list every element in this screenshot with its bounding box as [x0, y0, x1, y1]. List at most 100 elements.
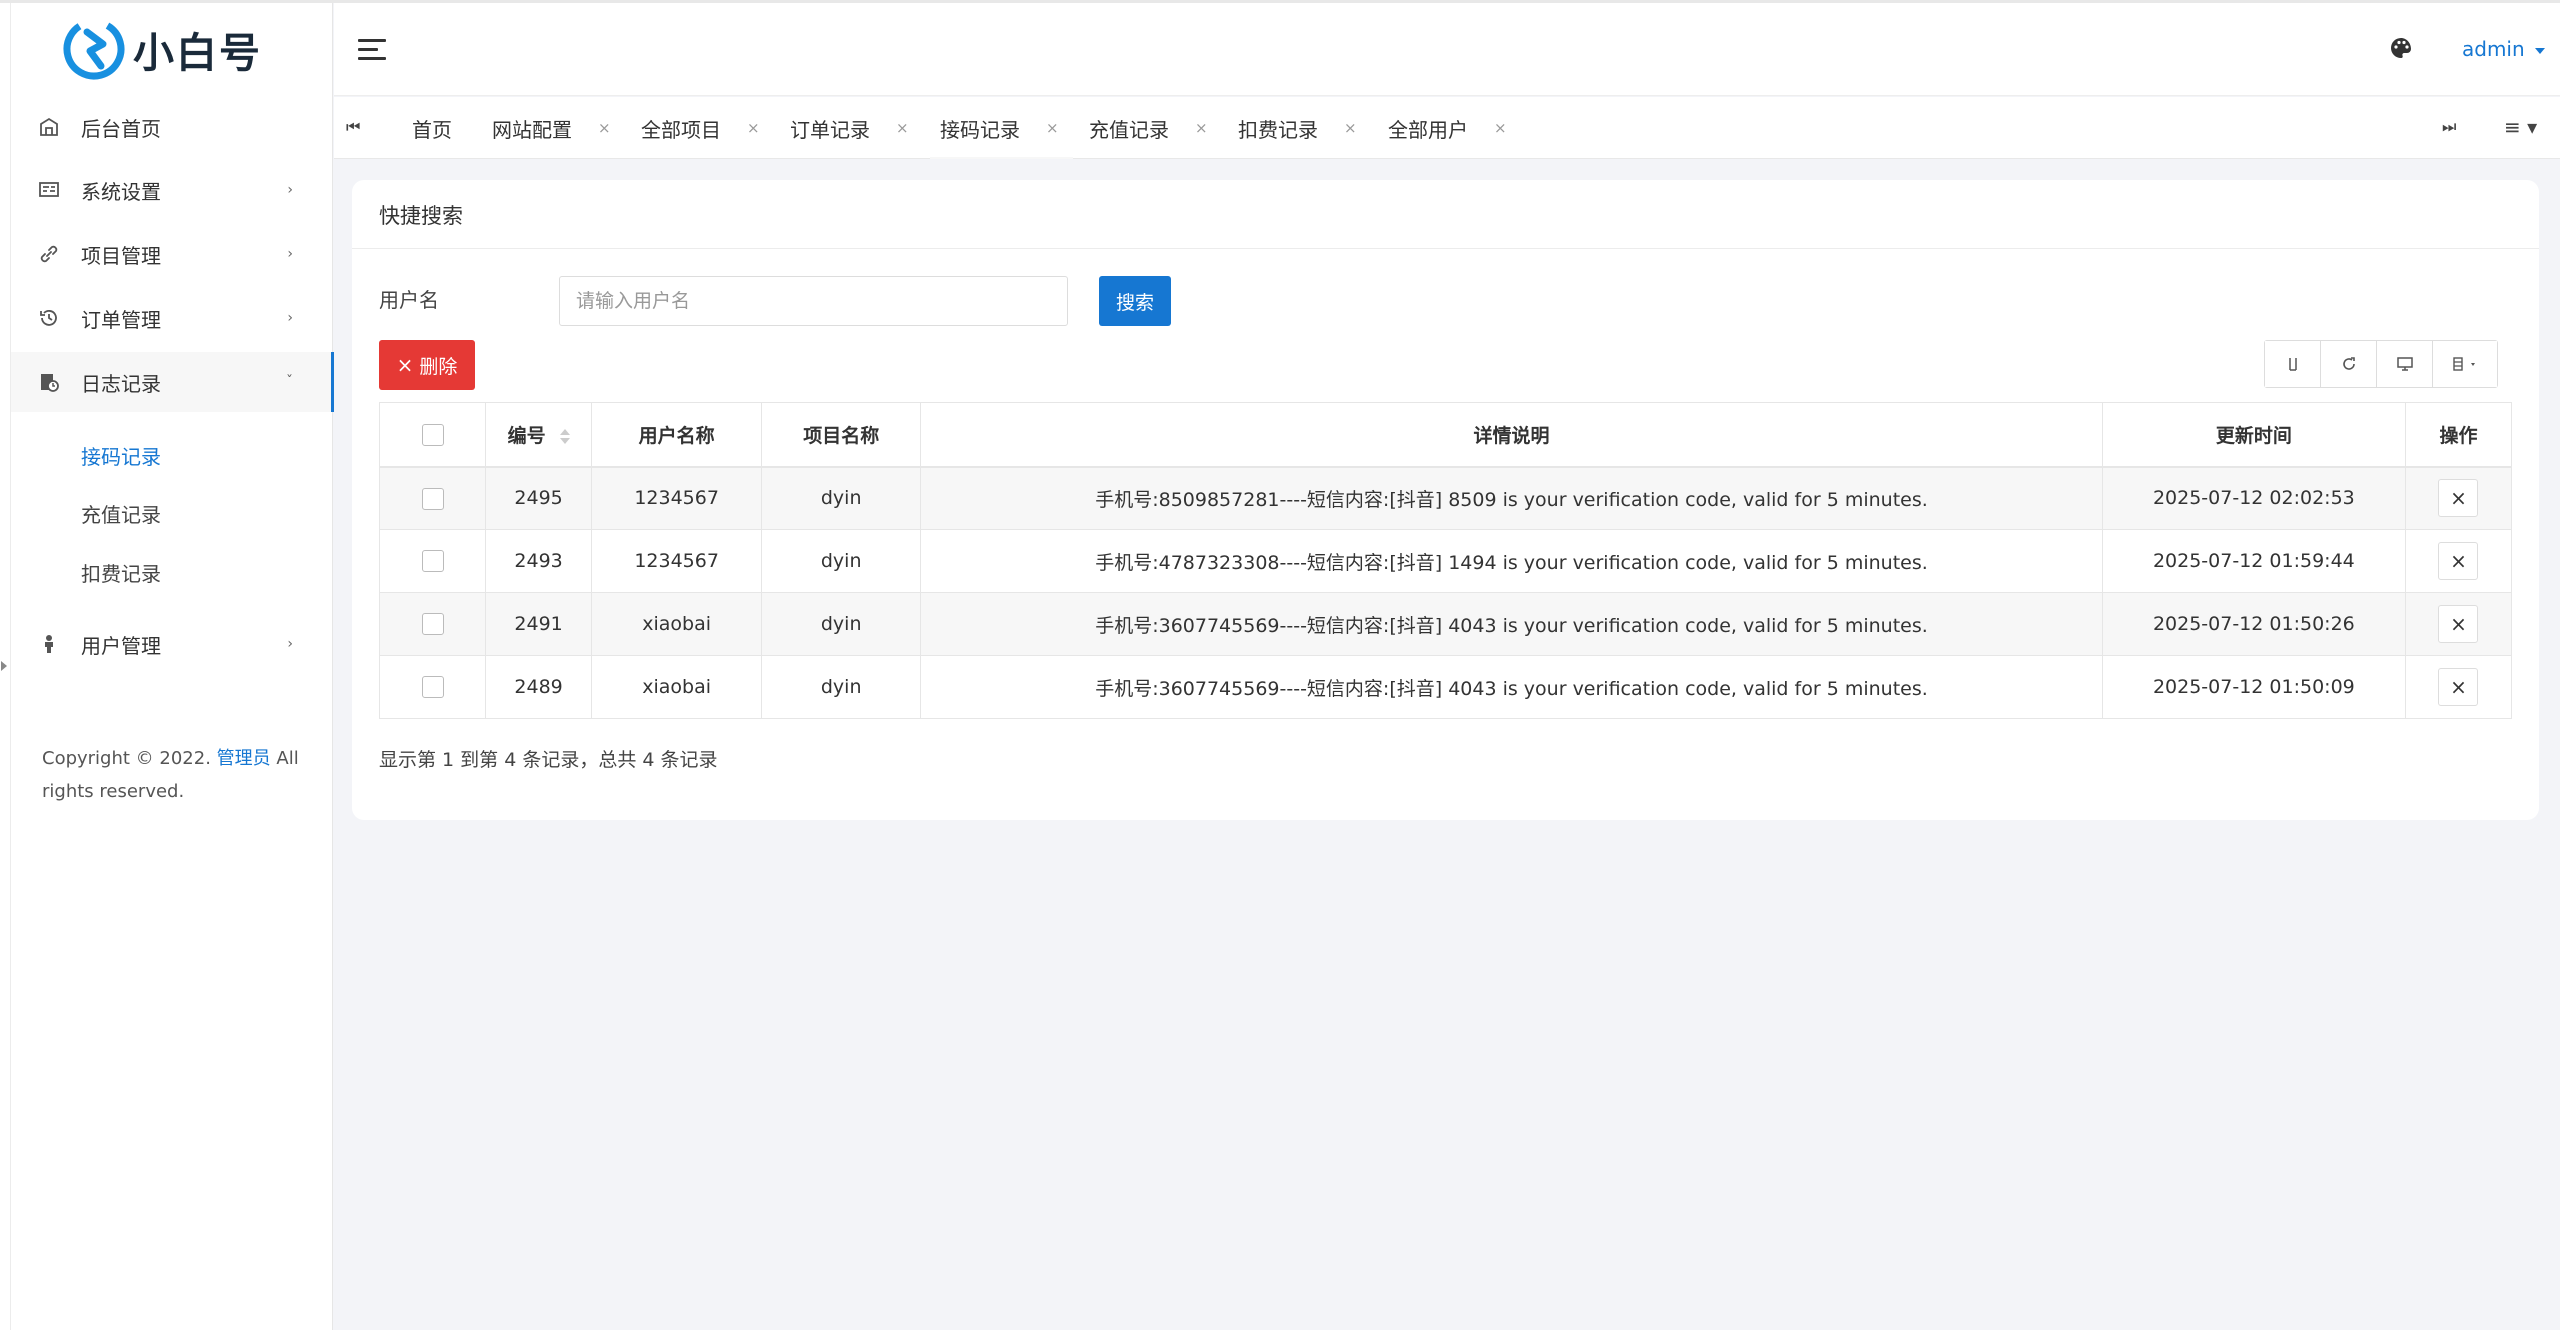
- sidebar-item-user-management[interactable]: 用户管理 ›: [11, 614, 333, 674]
- tab-close-icon[interactable]: ×: [896, 119, 909, 137]
- tab-recharge-records[interactable]: 充值记录 ×: [1089, 97, 1208, 159]
- row-delete-button[interactable]: ×: [2438, 668, 2479, 706]
- sidebar-subitem-deduction-records[interactable]: 扣费记录: [11, 544, 333, 600]
- row-select-cell: [379, 592, 487, 656]
- username-input[interactable]: [559, 276, 1068, 326]
- tab-close-icon[interactable]: ×: [1344, 119, 1357, 137]
- sidebar-subitem-sms-records[interactable]: 接码记录: [11, 427, 333, 483]
- user-icon: [38, 633, 60, 655]
- brand-logo[interactable]: 小白号: [63, 14, 262, 84]
- sidebar-item-logs[interactable]: 日志记录 ˇ: [11, 352, 334, 412]
- sidebar-subitem-label: 充值记录: [81, 502, 161, 527]
- chevron-down-icon: ˇ: [286, 374, 293, 390]
- tab-options-menu-icon[interactable]: ≡ ▾: [2504, 115, 2537, 139]
- refresh-button[interactable]: [2321, 341, 2377, 387]
- sidebar-item-order-management[interactable]: 订单管理 ›: [11, 288, 333, 348]
- sidebar-item-system-settings[interactable]: 系统设置 ›: [11, 160, 333, 220]
- tab-sms-records[interactable]: 接码记录 ×: [930, 97, 1073, 159]
- user-menu[interactable]: admin: [2462, 37, 2545, 61]
- settings-panel-icon: [38, 179, 60, 201]
- tab-all-users[interactable]: 全部用户 ×: [1388, 97, 1507, 159]
- cell-project: dyin: [761, 529, 922, 593]
- tab-deduction-records[interactable]: 扣费记录 ×: [1238, 97, 1357, 159]
- sidebar-item-dashboard[interactable]: 后台首页: [11, 97, 333, 157]
- sort-icon[interactable]: [559, 428, 570, 444]
- cell-id: 2489: [485, 655, 593, 719]
- cell-updated: 2025-07-12 02:02:53: [2102, 466, 2406, 530]
- column-header-detail: 详情说明: [920, 402, 2103, 468]
- table-header-row: 编号 用户名称 项目名称 详情说明 更新时间 操作: [379, 402, 2513, 468]
- toggle-view-button[interactable]: [2265, 341, 2321, 387]
- monitor-icon: [2396, 357, 2413, 371]
- cell-actions: ×: [2405, 592, 2513, 656]
- row-select-cell: [379, 655, 487, 719]
- cell-updated: 2025-07-12 01:50:09: [2102, 655, 2406, 719]
- row-delete-button[interactable]: ×: [2438, 605, 2479, 643]
- row-checkbox[interactable]: [421, 613, 444, 636]
- tab-label: 网站配置: [492, 117, 572, 142]
- row-checkbox[interactable]: [421, 676, 444, 699]
- tab-close-icon[interactable]: ×: [1494, 119, 1507, 137]
- chevron-right-icon: ›: [287, 246, 293, 262]
- cell-username: 1234567: [591, 466, 763, 530]
- row-delete-button[interactable]: ×: [2438, 542, 2479, 580]
- tab-close-icon[interactable]: ×: [598, 119, 611, 137]
- tab-label: 接码记录: [940, 117, 1020, 142]
- search-button[interactable]: 搜索: [1099, 276, 1171, 326]
- tab-scroll-right-icon[interactable]: ⏭: [2442, 117, 2456, 137]
- sidebar-subitem-recharge-records[interactable]: 充值记录: [11, 485, 333, 541]
- brand-mark-icon: [63, 18, 125, 80]
- column-header-username: 用户名称: [591, 402, 763, 468]
- cell-updated: 2025-07-12 01:59:44: [2102, 529, 2406, 593]
- sidebar-item-label: 后台首页: [81, 116, 161, 141]
- columns-dropdown[interactable]: [2433, 341, 2497, 387]
- top-header: admin: [334, 3, 2560, 96]
- tab-all-projects[interactable]: 全部项目 ×: [641, 97, 760, 159]
- sidebar-subitem-label: 接码记录: [81, 444, 161, 469]
- card-view-icon: [2288, 358, 2297, 371]
- tab-label: 全部用户: [1388, 117, 1468, 142]
- table-toolbar: [2264, 340, 2498, 388]
- cell-id: 2493: [485, 529, 593, 593]
- row-checkbox[interactable]: [421, 550, 444, 573]
- tab-scroll-left-icon[interactable]: ⏮: [346, 117, 368, 139]
- cell-username: xiaobai: [591, 655, 763, 719]
- link-icon: [38, 243, 60, 265]
- tab-order-records[interactable]: 订单记录 ×: [790, 97, 909, 159]
- username-label: 用户名: [379, 288, 439, 312]
- row-checkbox[interactable]: [421, 487, 444, 510]
- cell-id: 2495: [485, 466, 593, 530]
- cell-username: xiaobai: [591, 592, 763, 656]
- delete-button[interactable]: × 删除: [379, 340, 475, 390]
- collapse-rail[interactable]: [0, 3, 11, 1330]
- cell-id: 2491: [485, 592, 593, 656]
- copyright-prefix: Copyright © 2022.: [42, 748, 217, 769]
- chevron-right-icon: ›: [287, 310, 293, 326]
- chevron-right-icon: ›: [287, 636, 293, 652]
- sidebar-subitem-label: 扣费记录: [81, 561, 161, 586]
- cell-actions: ×: [2405, 529, 2513, 593]
- sidebar-item-project-management[interactable]: 项目管理 ›: [11, 224, 333, 284]
- menu-toggle-icon[interactable]: [358, 39, 386, 61]
- tab-close-icon[interactable]: ×: [1195, 119, 1208, 137]
- tab-close-icon[interactable]: ×: [1046, 119, 1059, 137]
- tab-close-icon[interactable]: ×: [747, 119, 760, 137]
- expand-arrow-icon[interactable]: [1, 661, 7, 671]
- copyright-admin-link[interactable]: 管理员: [217, 748, 271, 769]
- fullscreen-button[interactable]: [2377, 341, 2433, 387]
- cell-project: dyin: [761, 655, 922, 719]
- table-row: 2493 1234567 dyin 手机号:4787323308----短信内容…: [379, 529, 2513, 593]
- palette-icon[interactable]: [2389, 36, 2413, 60]
- column-header-updated: 更新时间: [2102, 402, 2406, 468]
- tab-home[interactable]: 首页: [412, 97, 452, 159]
- tab-bar: ⏮ 首页 网站配置 × 全部项目 × 订单记录 × 接码记录 × 充值记录 × 扣费记录 ×…: [334, 97, 2560, 159]
- close-icon: ×: [396, 353, 414, 377]
- column-header-id[interactable]: 编号: [485, 402, 593, 468]
- tab-site-config[interactable]: 网站配置 ×: [492, 97, 611, 159]
- cell-detail: 手机号:4787323308----短信内容:[抖音] 1494 is your…: [920, 529, 2103, 593]
- sidebar-item-label: 项目管理: [81, 243, 161, 268]
- select-all-checkbox[interactable]: [421, 423, 444, 446]
- row-delete-button[interactable]: ×: [2438, 479, 2479, 518]
- sidebar-item-label: 用户管理: [81, 633, 161, 658]
- log-icon: [38, 371, 60, 393]
